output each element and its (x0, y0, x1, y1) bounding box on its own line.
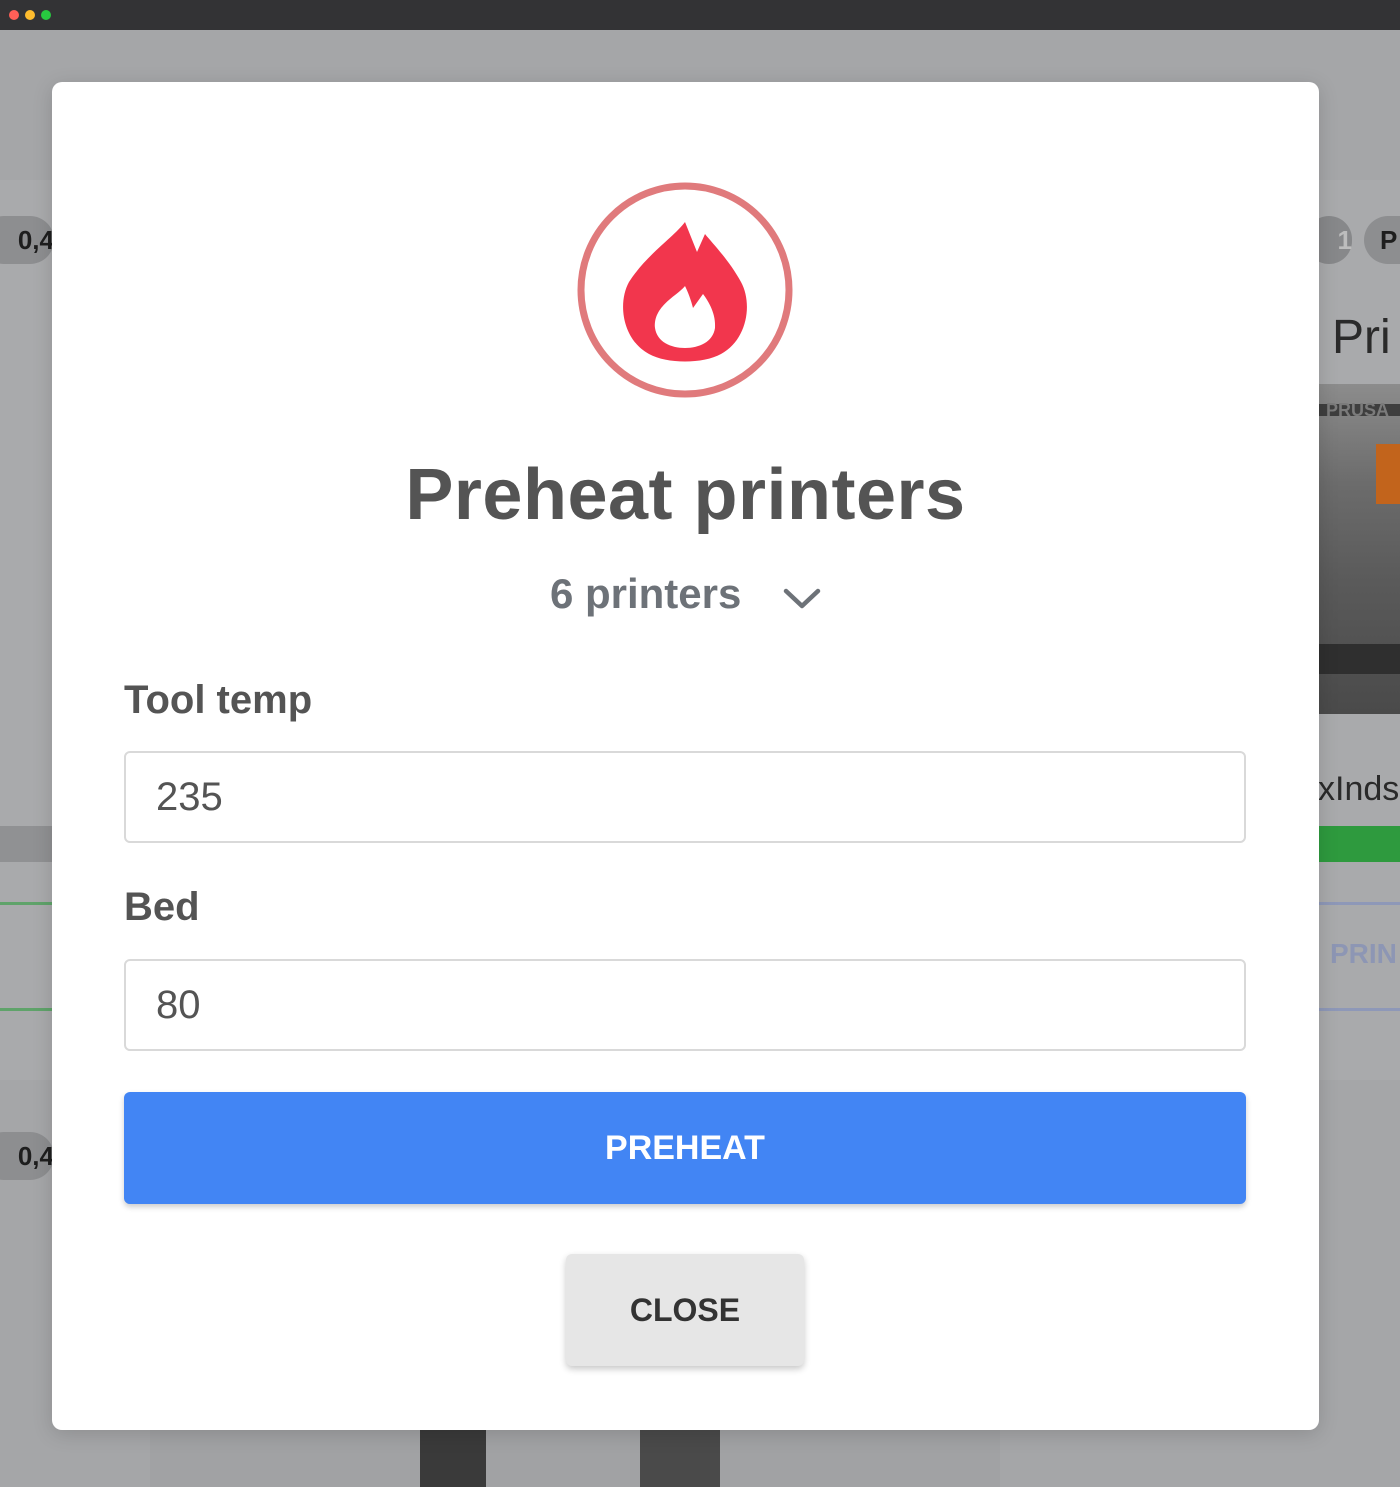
background-divider (0, 1008, 60, 1011)
printers-selector-label: 6 printers (549, 570, 742, 617)
preheat-dialog: Preheat printers 6 printers Tool temp Be… (52, 82, 1319, 1430)
bed-temp-label: Bed (124, 885, 200, 929)
window-minimize-dot[interactable] (25, 10, 35, 20)
bed-temp-input[interactable] (124, 959, 1246, 1051)
background-divider (0, 902, 60, 905)
background-bottom-cards (150, 1430, 1000, 1487)
background-divider (1318, 1008, 1400, 1011)
background-status-bar (1318, 826, 1400, 862)
window-maximize-dot[interactable] (41, 10, 51, 20)
tool-temp-input[interactable] (124, 751, 1246, 843)
background-print-button: PRIN (1330, 938, 1397, 969)
close-button[interactable]: CLOSE (566, 1254, 804, 1366)
window-titlebar (0, 0, 1400, 30)
photo-label: PRUSA (1316, 401, 1400, 419)
printers-selector[interactable]: 6 printers (52, 570, 1319, 621)
background-divider (1318, 902, 1400, 905)
dialog-title: Preheat printers (405, 455, 966, 535)
background-printer-title: Pri (1332, 311, 1391, 364)
preheat-button[interactable]: PREHEAT (124, 1092, 1246, 1204)
background-card-left (0, 180, 60, 1080)
background-printer-frame (420, 1430, 486, 1487)
tool-temp-label: Tool temp (124, 678, 313, 722)
background-chip: 0,4 (0, 1132, 54, 1180)
background-printer-frame (640, 1430, 720, 1487)
chevron-down-icon[interactable] (783, 573, 821, 621)
background-band (0, 826, 60, 862)
window-close-dot[interactable] (9, 10, 19, 20)
background-chip: 0,4 (0, 216, 54, 264)
flame-icon (577, 182, 793, 398)
background-printer-name: xInds (1318, 770, 1400, 808)
background-printer-photo: PRUSA (1316, 384, 1400, 714)
